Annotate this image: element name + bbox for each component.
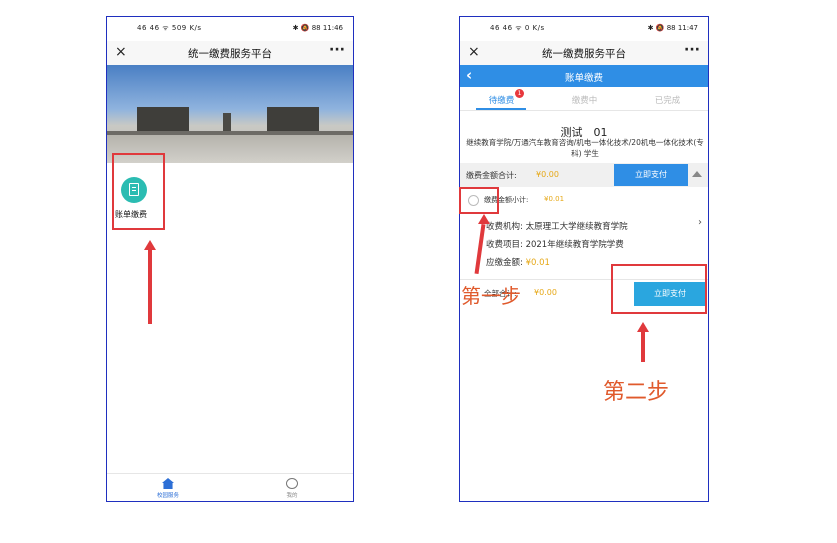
tab-pending[interactable]: 待缴费 — [460, 94, 543, 106]
institution-value: 太原理工大学继续教育学院 — [525, 222, 628, 232]
fee-item-label: 收费项目: — [486, 240, 523, 250]
student-department: 继续教育学院/万通汽车教育咨询/机电一体化技术/20机电一体化技术(专科) 学生 — [466, 138, 704, 158]
page-title: 账单缴费 — [564, 73, 603, 84]
phone-screenshot-home: 46 46 ᯤ 509 K/s ✱ 🔕 88 11:46 × 统一缴费服务平台 … — [106, 16, 354, 502]
pending-count-badge: 1 — [515, 89, 524, 98]
bottom-tab-bar: 校园服务 我的 — [107, 473, 353, 501]
app-title-bar: × 统一缴费服务平台 ··· — [107, 41, 353, 65]
tab-me[interactable]: 我的 — [262, 478, 322, 499]
status-bar: 46 46 ᯤ 509 K/s ✱ 🔕 88 11:46 — [107, 17, 353, 39]
bill-status-tabs: 待缴费 1 缴费中 已完成 — [460, 87, 708, 111]
collapse-icon[interactable] — [692, 171, 702, 177]
amount-due-label: 应缴金额: — [486, 258, 523, 268]
subtotal-value: ¥0.01 — [544, 195, 565, 203]
app-title-bar: × 统一缴费服务平台 ··· — [460, 41, 708, 65]
status-bar: 46 46 ᯤ 0 K/s ✱ 🔕 88 11:47 — [460, 17, 708, 39]
detail-amount-due: 应缴金额: ¥0.01 — [486, 256, 550, 268]
institution-label: 收费机构: — [486, 222, 523, 232]
phone-screenshot-bill: 46 46 ᯤ 0 K/s ✱ 🔕 88 11:47 × 统一缴费服务平台 ··… — [459, 16, 709, 502]
detail-fee-item: 收费项目: 2021年继续教育学院学费 — [486, 238, 624, 250]
home-icon — [162, 478, 174, 489]
page-header: ‹ 账单缴费 — [460, 65, 708, 87]
status-clock: ✱ 🔕 88 11:47 — [647, 24, 698, 32]
arrow-up-left — [148, 250, 152, 324]
arrow-step2 — [641, 332, 645, 362]
user-icon — [286, 478, 298, 489]
detail-institution: 收费机构: 太原理工大学继续教育学院 — [486, 220, 628, 232]
tab-campus-services[interactable]: 校园服务 — [138, 478, 198, 499]
arrow-head-left — [144, 240, 156, 250]
step-two-caption: 第二步 — [603, 380, 670, 405]
step-one-caption: 第一步 — [461, 284, 521, 308]
app-title: 统一缴费服务平台 — [188, 48, 272, 60]
arrow-head-step2 — [637, 322, 649, 332]
tab-me-label: 我的 — [286, 493, 298, 499]
app-title: 统一缴费服务平台 — [542, 48, 626, 60]
active-tab-indicator — [476, 108, 526, 110]
tab-campus-services-label: 校园服务 — [156, 493, 179, 499]
chevron-right-icon[interactable]: › — [698, 217, 702, 228]
grand-total-value: ¥0.00 — [534, 288, 557, 297]
highlight-radio — [459, 187, 499, 214]
tab-completed[interactable]: 已完成 — [626, 94, 708, 106]
total-amount-value: ¥0.00 — [536, 170, 559, 179]
total-amount-row: 缴费金额合计: ¥0.00 立即支付 — [460, 163, 708, 187]
highlight-bill-icon — [112, 153, 165, 230]
more-icon[interactable]: ··· — [684, 42, 700, 58]
tab-in-progress[interactable]: 缴费中 — [543, 94, 626, 106]
highlight-pay-button — [611, 264, 707, 314]
total-amount-label: 缴费金额合计: — [466, 171, 517, 180]
arrow-head-step1 — [478, 214, 490, 224]
pay-now-button-top[interactable]: 立即支付 — [614, 164, 688, 186]
status-signal: 46 46 ᯤ 0 K/s — [490, 24, 545, 32]
fee-item-value: 2021年继续教育学院学费 — [525, 240, 624, 250]
status-clock: ✱ 🔕 88 11:46 — [292, 24, 343, 32]
status-signal: 46 46 ᯤ 509 K/s — [137, 24, 202, 32]
campus-banner-image — [107, 65, 353, 163]
more-icon[interactable]: ··· — [329, 42, 345, 58]
amount-due-value: ¥0.01 — [525, 258, 550, 268]
